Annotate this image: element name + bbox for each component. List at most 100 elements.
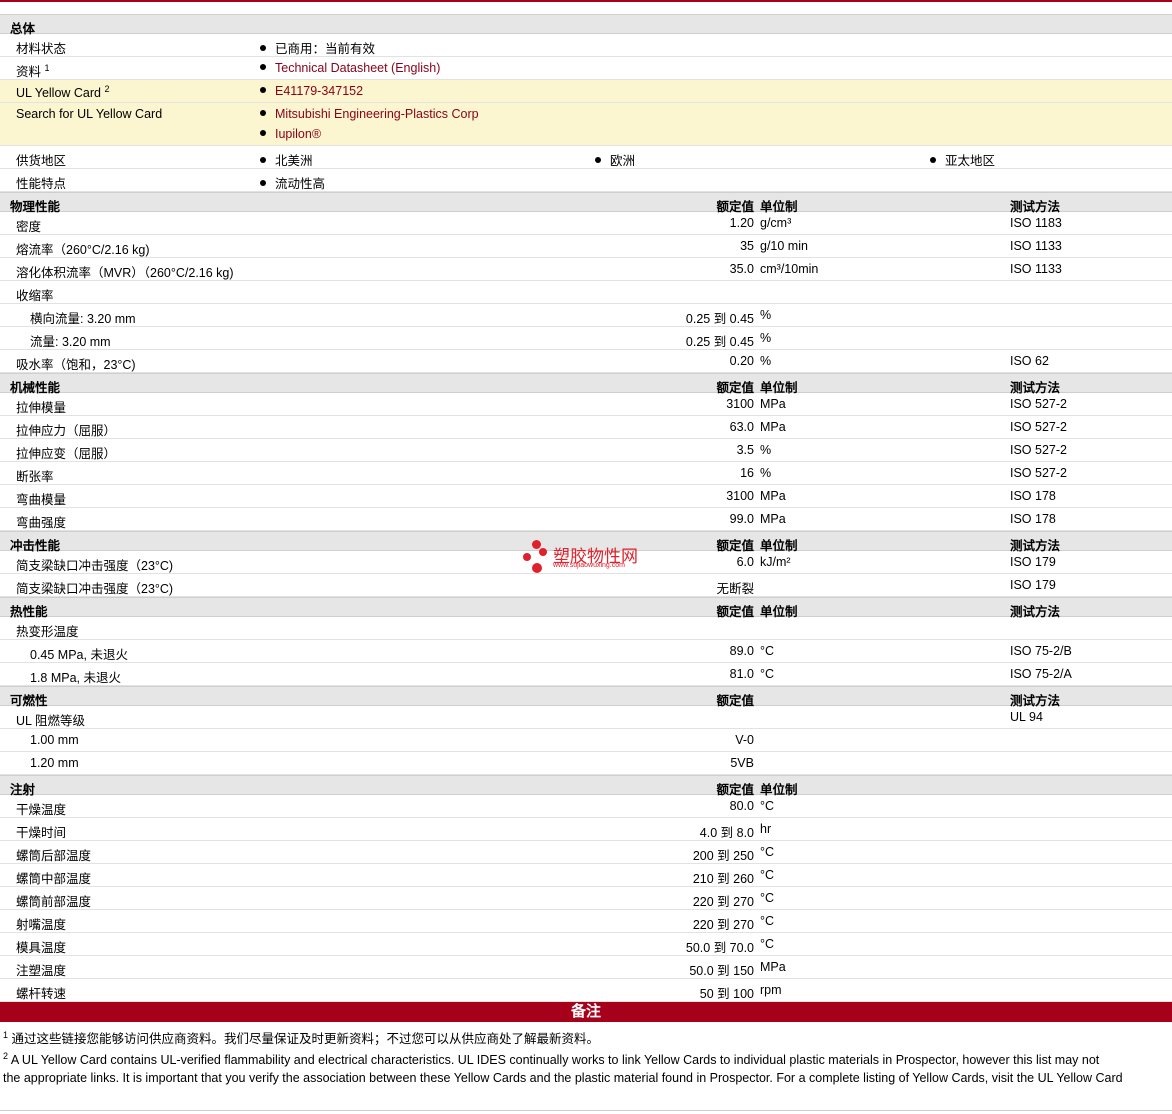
section-flammability: 可燃性 额定值 测试方法 bbox=[0, 686, 1172, 708]
unit-value: °C bbox=[760, 845, 775, 859]
unit-value: g/10 min bbox=[760, 239, 808, 253]
unit-value: °C bbox=[760, 937, 775, 951]
bullet-icon bbox=[260, 87, 266, 93]
nominal-value: 89.0 bbox=[729, 644, 754, 658]
nominal-value: 50 到 100 bbox=[699, 987, 754, 1001]
cell-text: 1 bbox=[44, 62, 50, 73]
nominal-value: 80.0 bbox=[729, 799, 754, 813]
logo-dot bbox=[523, 553, 531, 561]
row-label: 简支梁缺口冲击强度（23°C) bbox=[16, 582, 174, 596]
nominal-value: 50.0 到 70.0 bbox=[685, 941, 754, 955]
table-row: 弯曲模量 3100 MPa ISO 178 bbox=[0, 485, 1172, 508]
row-material-status: 材料状态 已商用：当前有效 bbox=[0, 34, 1172, 57]
table-row: 模具温度 50.0 到 70.0 °C bbox=[0, 933, 1172, 956]
table-row: 螺筒前部温度 220 到 270 °C bbox=[0, 887, 1172, 910]
nominal-value: V-0 bbox=[735, 733, 754, 747]
unit-value: MPa bbox=[760, 960, 786, 974]
table-row: 干燥时间 4.0 到 8.0 hr bbox=[0, 818, 1172, 841]
row-label: 吸水率（饱和，23°C) bbox=[16, 358, 136, 372]
test-method: ISO 527-2 bbox=[1010, 397, 1067, 411]
cell-text: 资料 bbox=[16, 65, 42, 79]
footnote-2: 2 A UL Yellow Card contains UL-verified … bbox=[3, 1051, 1100, 1068]
cell-text: 欧洲 bbox=[610, 154, 636, 168]
bottom-border bbox=[0, 1110, 1172, 1111]
table-row: 拉伸应力（屈服） 63.0 MPa ISO 527-2 bbox=[0, 416, 1172, 439]
row-search-ul-card: Search for UL Yellow Card Mitsubishi Eng… bbox=[0, 103, 1172, 146]
unit-value: % bbox=[760, 354, 772, 368]
nominal-value: 4.0 到 8.0 bbox=[699, 826, 754, 840]
table-row: 拉伸模量 3100 MPa ISO 527-2 bbox=[0, 393, 1172, 416]
region-item: 亚太地区 bbox=[930, 150, 995, 169]
row-label: 螺筒中部温度 bbox=[16, 872, 92, 886]
cell-text: Mitsubishi Engineering-Plastics Corp bbox=[275, 107, 479, 121]
test-method: ISO 527-2 bbox=[1010, 443, 1067, 457]
nominal-value: 81.0 bbox=[729, 667, 754, 681]
ul-card-link[interactable]: E41179-347152 bbox=[260, 84, 363, 98]
unit-value: MPa bbox=[760, 512, 786, 526]
table-row: 熔流率（260°C/2.16 kg) 35 g/10 min ISO 1133 bbox=[0, 235, 1172, 258]
row-label: 1.00 mm bbox=[30, 733, 79, 747]
nominal-value: 200 到 250 bbox=[692, 849, 754, 863]
test-method: ISO 527-2 bbox=[1010, 466, 1067, 480]
row-label: 弯曲强度 bbox=[16, 516, 67, 530]
row-label: 性能特点 bbox=[16, 177, 67, 191]
test-method: ISO 178 bbox=[1010, 489, 1056, 503]
test-method: ISO 1183 bbox=[1010, 216, 1062, 230]
table-row: 注塑温度 50.0 到 150 MPa bbox=[0, 956, 1172, 979]
table-row: 简支梁缺口冲击强度（23°C) 无断裂 ISO 179 bbox=[0, 574, 1172, 597]
unit-value: rpm bbox=[760, 983, 782, 997]
watermark-logo: 塑胶物性网 www.sujiaowuxing.com bbox=[523, 540, 673, 576]
unit-value: % bbox=[760, 331, 772, 345]
bullet-icon bbox=[260, 64, 266, 70]
table-row: UL 阻燃等级 UL 94 bbox=[0, 706, 1172, 729]
unit-value: °C bbox=[760, 868, 775, 882]
test-method: ISO 179 bbox=[1010, 578, 1056, 592]
table-row: 干燥温度 80.0 °C bbox=[0, 795, 1172, 818]
row-label: Search for UL Yellow Card bbox=[16, 107, 163, 121]
table-row: 断张率 16% ISO 527-2 bbox=[0, 462, 1172, 485]
nominal-value: 5VB bbox=[730, 756, 754, 770]
table-row: 螺筒后部温度 200 到 250 °C bbox=[0, 841, 1172, 864]
bullet-icon bbox=[260, 180, 266, 186]
supplier-link[interactable]: Mitsubishi Engineering-Plastics Corp bbox=[260, 107, 479, 121]
nominal-value: 3100 bbox=[726, 397, 754, 411]
row-label: UL 阻燃等级 bbox=[16, 714, 85, 728]
status-value: 已商用：当前有效 bbox=[260, 38, 375, 57]
unit-value: MPa bbox=[760, 489, 786, 503]
nominal-value: 3100 bbox=[726, 489, 754, 503]
nominal-value: 0.25 到 0.45 bbox=[685, 335, 754, 349]
row-label: 1.20 mm bbox=[30, 756, 79, 770]
table-row: 密度 1.20 g/cm³ ISO 1183 bbox=[0, 212, 1172, 235]
row-label: 溶化体积流率（MVR）（260°C/2.16 kg) bbox=[16, 266, 234, 280]
watermark-url: www.sujiaowuxing.com bbox=[553, 562, 625, 569]
table-row: 收缩率 bbox=[0, 281, 1172, 304]
row-label: 资料 1 bbox=[16, 61, 50, 80]
nominal-value: 0.20 bbox=[729, 354, 754, 368]
row-label: 横向流量: 3.20 mm bbox=[30, 312, 136, 326]
row-label: 密度 bbox=[16, 220, 42, 234]
unit-value: hr bbox=[760, 822, 772, 836]
cell-text: 流动性高 bbox=[275, 177, 326, 191]
row-label: 材料状态 bbox=[16, 42, 67, 56]
logo-dot bbox=[532, 540, 541, 549]
region-item: 北美洲 bbox=[260, 150, 313, 169]
nominal-value: 6.0 bbox=[736, 555, 754, 569]
test-method: ISO 179 bbox=[1010, 555, 1056, 569]
product-link[interactable]: Iupilon® bbox=[260, 127, 321, 141]
row-label: 断张率 bbox=[16, 470, 54, 484]
bullet-icon bbox=[260, 157, 266, 163]
row-label: 干燥时间 bbox=[16, 826, 67, 840]
table-row: 1.20 mm 5VB bbox=[0, 752, 1172, 775]
test-method: ISO 1133 bbox=[1010, 239, 1062, 253]
test-method: ISO 1133 bbox=[1010, 262, 1062, 276]
table-row: 射嘴温度 220 到 270 °C bbox=[0, 910, 1172, 933]
logo-dot bbox=[532, 563, 542, 573]
nominal-value: 无断裂 bbox=[716, 582, 754, 596]
datasheet-link[interactable]: Technical Datasheet (English) bbox=[260, 61, 440, 75]
nominal-value: 220 到 270 bbox=[692, 895, 754, 909]
test-method: ISO 178 bbox=[1010, 512, 1056, 526]
row-label: 流量: 3.20 mm bbox=[30, 335, 111, 349]
row-label: 螺杆转速 bbox=[16, 987, 67, 1001]
table-row: 热变形温度 bbox=[0, 617, 1172, 640]
nominal-value: 1.20 bbox=[729, 216, 754, 230]
